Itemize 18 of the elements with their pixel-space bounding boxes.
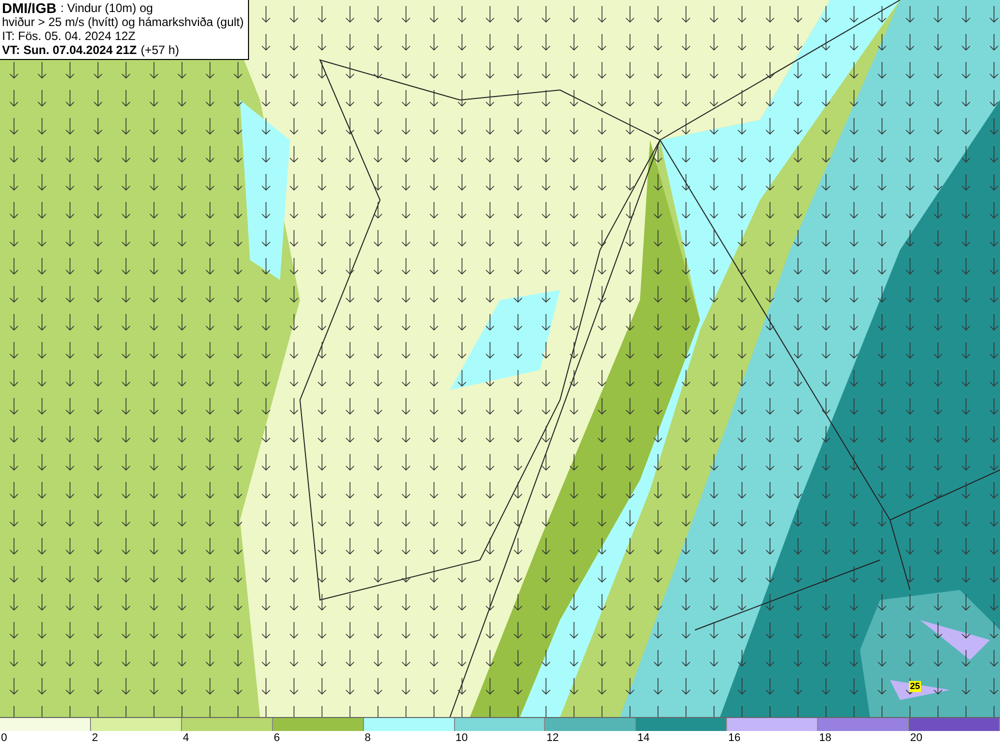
map-subtitle: hviður > 25 m/s (hvítt) og hámarkshviða (gult) xyxy=(2,15,244,29)
scale-tick-label: 4 xyxy=(182,732,189,744)
scale-tick-label: 10 xyxy=(456,732,468,744)
scale-tick-label: 0 xyxy=(1,732,8,744)
scale-tick-label: 6 xyxy=(274,732,280,744)
initial-time: IT: Fös. 05. 04. 2024 12Z xyxy=(2,29,136,43)
gust-label: 25 xyxy=(909,681,922,692)
scale-tick-label: 20 xyxy=(910,732,922,744)
valid-time: VT: Sun. 07.04.2024 21Z xyxy=(2,43,137,57)
scale-tick-label: 8 xyxy=(364,732,371,744)
lead-time: (+57 h) xyxy=(140,43,180,57)
scale-tick-label: 16 xyxy=(728,732,741,744)
scale-tick-label: 14 xyxy=(637,732,650,744)
source-title: DMI/IGB xyxy=(2,1,56,15)
map-title: : Vindur (10m) og xyxy=(60,1,153,15)
scale-tick-label: 18 xyxy=(819,732,832,744)
scale-tick-label: 12 xyxy=(546,732,559,744)
scale-tick-label: 2 xyxy=(92,732,98,744)
